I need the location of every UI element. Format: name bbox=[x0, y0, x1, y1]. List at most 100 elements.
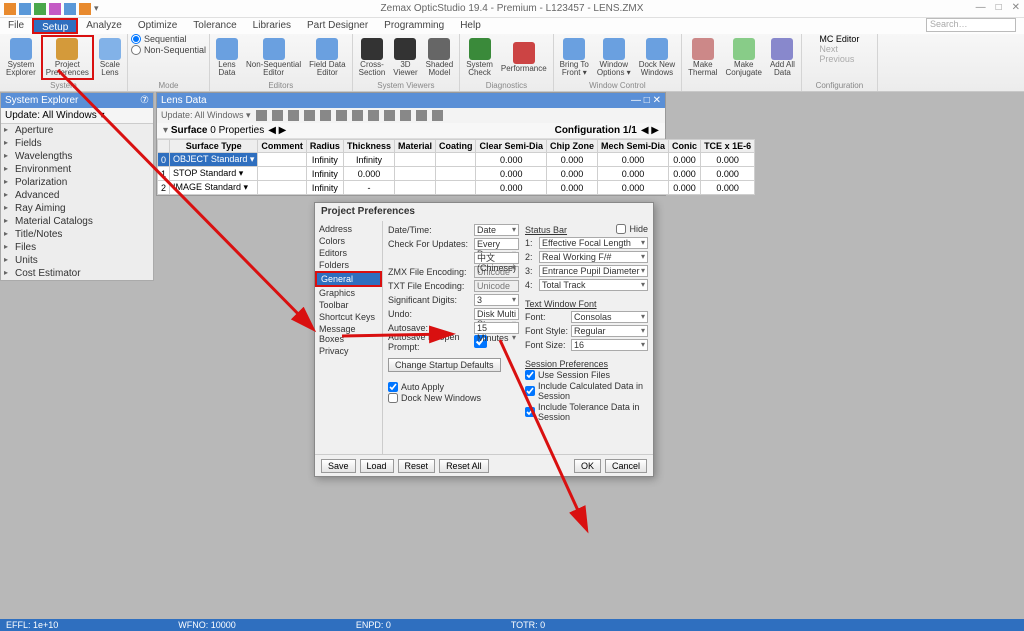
toolbar-icon[interactable] bbox=[336, 110, 347, 121]
menu-optimize[interactable]: Optimize bbox=[130, 18, 185, 34]
window-maximize-icon[interactable]: □ bbox=[996, 2, 1002, 13]
auto-apply-checkbox[interactable]: Auto Apply bbox=[388, 382, 519, 392]
status2-dropdown[interactable]: Real Working F/# bbox=[539, 251, 648, 263]
scale-lens-button[interactable]: Scale Lens bbox=[96, 37, 124, 78]
tree-item-advanced[interactable]: Advanced bbox=[1, 189, 153, 202]
reset-button[interactable]: Reset bbox=[398, 459, 436, 473]
tree-item-polarization[interactable]: Polarization bbox=[1, 176, 153, 189]
search-input[interactable]: Search… bbox=[926, 18, 1016, 32]
qat-icon[interactable] bbox=[4, 3, 16, 15]
menu-setup[interactable]: Setup bbox=[32, 18, 78, 34]
add-all-data-button[interactable]: Add All Data bbox=[767, 37, 798, 78]
tree-item-material-catalogs[interactable]: Material Catalogs bbox=[1, 215, 153, 228]
menu-help[interactable]: Help bbox=[452, 18, 489, 34]
load-button[interactable]: Load bbox=[360, 459, 394, 473]
updates-dropdown[interactable]: Every Day bbox=[474, 238, 519, 250]
menu-part-designer[interactable]: Part Designer bbox=[299, 18, 376, 34]
field-data-editor-button[interactable]: Field Data Editor bbox=[306, 37, 348, 78]
non-sequential-radio[interactable]: Non-Sequential bbox=[131, 45, 206, 55]
session-check-2[interactable]: Include Calculated Data in Session bbox=[525, 381, 648, 401]
menu-file[interactable]: File bbox=[0, 18, 32, 34]
session-check-3[interactable]: Include Tolerance Data in Session bbox=[525, 402, 648, 422]
performance-button[interactable]: Performance bbox=[498, 41, 550, 74]
qat-icon[interactable] bbox=[34, 3, 46, 15]
sidebar-item-general[interactable]: General bbox=[315, 271, 382, 287]
qat-icon[interactable] bbox=[49, 3, 61, 15]
language-dropdown[interactable]: 中文 (Chinese) bbox=[474, 252, 519, 264]
toolbar-icon[interactable] bbox=[416, 110, 427, 121]
toolbar-icon[interactable] bbox=[256, 110, 267, 121]
sequential-radio[interactable]: Sequential bbox=[131, 34, 187, 44]
menu-libraries[interactable]: Libraries bbox=[245, 18, 299, 34]
system-check-button[interactable]: System Check bbox=[463, 37, 496, 78]
lens-data-table[interactable]: Surface TypeCommentRadiusThicknessMateri… bbox=[157, 139, 755, 195]
toolbar-icon[interactable] bbox=[368, 110, 379, 121]
tree-item-fields[interactable]: Fields bbox=[1, 137, 153, 150]
tree-item-ray-aiming[interactable]: Ray Aiming bbox=[1, 202, 153, 215]
cancel-button[interactable]: Cancel bbox=[605, 459, 647, 473]
tree-item-cost-estimator[interactable]: Cost Estimator bbox=[1, 267, 153, 280]
save-button[interactable]: Save bbox=[321, 459, 356, 473]
menu-tolerance[interactable]: Tolerance bbox=[185, 18, 244, 34]
tree-item-files[interactable]: Files bbox=[1, 241, 153, 254]
dock-new-windows-button[interactable]: Dock New Windows bbox=[636, 37, 678, 78]
qat-icon[interactable] bbox=[19, 3, 31, 15]
change-startup-button[interactable]: Change Startup Defaults bbox=[388, 358, 501, 372]
toolbar-icon[interactable] bbox=[320, 110, 331, 121]
tree-item-title-notes[interactable]: Title/Notes bbox=[1, 228, 153, 241]
window-close-icon[interactable]: ✕ bbox=[1012, 2, 1020, 13]
tree-item-environment[interactable]: Environment bbox=[1, 163, 153, 176]
sidebar-item-address[interactable]: Address bbox=[315, 223, 382, 235]
sidebar-item-shortcut-keys[interactable]: Shortcut Keys bbox=[315, 311, 382, 323]
make-thermal-button[interactable]: Make Thermal bbox=[685, 37, 720, 78]
nsc-editor-button[interactable]: Non-Sequential Editor bbox=[243, 37, 304, 78]
sidebar-item-folders[interactable]: Folders bbox=[315, 259, 382, 271]
status1-dropdown[interactable]: Effective Focal Length bbox=[539, 237, 648, 249]
window-minimize-icon[interactable]: — bbox=[976, 2, 986, 13]
digits-dropdown[interactable]: 3 bbox=[474, 294, 519, 306]
bring-to-front-button[interactable]: Bring To Front ▾ bbox=[557, 37, 592, 78]
cross-section-button[interactable]: Cross- Section bbox=[356, 37, 389, 78]
qat-icon[interactable] bbox=[79, 3, 91, 15]
toolbar-icon[interactable] bbox=[288, 110, 299, 121]
3d-viewer-button[interactable]: 3D Viewer bbox=[390, 37, 420, 78]
toolbar-icon[interactable] bbox=[432, 110, 443, 121]
panel-close-icon[interactable]: ⑦ bbox=[140, 95, 149, 106]
fontstyle-dropdown[interactable]: Regular bbox=[571, 325, 648, 337]
next-config-link[interactable]: Next bbox=[819, 44, 838, 54]
sidebar-item-message-boxes[interactable]: Message Boxes bbox=[315, 323, 382, 345]
sidebar-item-toolbar[interactable]: Toolbar bbox=[315, 299, 382, 311]
reset-all-button[interactable]: Reset All bbox=[439, 459, 489, 473]
autosave-dropdown[interactable]: 15 Minutes bbox=[474, 322, 519, 334]
session-check-1[interactable]: Use Session Files bbox=[525, 370, 648, 380]
datetime-dropdown[interactable]: Date bbox=[474, 224, 519, 236]
undo-dropdown[interactable]: Disk Multi Step bbox=[474, 308, 519, 320]
sidebar-item-editors[interactable]: Editors bbox=[315, 247, 382, 259]
tree-item-wavelengths[interactable]: Wavelengths bbox=[1, 150, 153, 163]
update-dropdown[interactable]: Update: All Windows ▾ bbox=[161, 110, 251, 121]
window-buttons[interactable]: — □ ✕ bbox=[631, 95, 661, 106]
make-conjugate-button[interactable]: Make Conjugate bbox=[722, 37, 764, 78]
menu-analyze[interactable]: Analyze bbox=[78, 18, 130, 34]
prev-config-link[interactable]: Previous bbox=[819, 54, 854, 64]
hide-checkbox[interactable]: Hide bbox=[616, 223, 648, 235]
menu-programming[interactable]: Programming bbox=[376, 18, 452, 34]
sidebar-item-colors[interactable]: Colors bbox=[315, 235, 382, 247]
window-options-button[interactable]: Window Options ▾ bbox=[594, 37, 634, 78]
dock-new-windows-checkbox[interactable]: Dock New Windows bbox=[388, 393, 519, 403]
project-preferences-button[interactable]: Project Preferences bbox=[41, 35, 94, 80]
fontsize-dropdown[interactable]: 16 bbox=[571, 339, 648, 351]
mc-editor-link[interactable]: MC Editor bbox=[819, 34, 859, 44]
toolbar-icon[interactable] bbox=[384, 110, 395, 121]
status4-dropdown[interactable]: Total Track bbox=[539, 279, 648, 291]
ok-button[interactable]: OK bbox=[574, 459, 601, 473]
system-explorer-button[interactable]: System Explorer bbox=[3, 37, 39, 78]
toolbar-icon[interactable] bbox=[304, 110, 315, 121]
status3-dropdown[interactable]: Entrance Pupil Diameter bbox=[539, 265, 648, 277]
tree-item-aperture[interactable]: Aperture bbox=[1, 124, 153, 137]
font-dropdown[interactable]: Consolas bbox=[571, 311, 648, 323]
toolbar-icon[interactable] bbox=[272, 110, 283, 121]
toolbar-icon[interactable] bbox=[400, 110, 411, 121]
lens-data-button[interactable]: Lens Data bbox=[213, 37, 241, 78]
tree-item-units[interactable]: Units bbox=[1, 254, 153, 267]
